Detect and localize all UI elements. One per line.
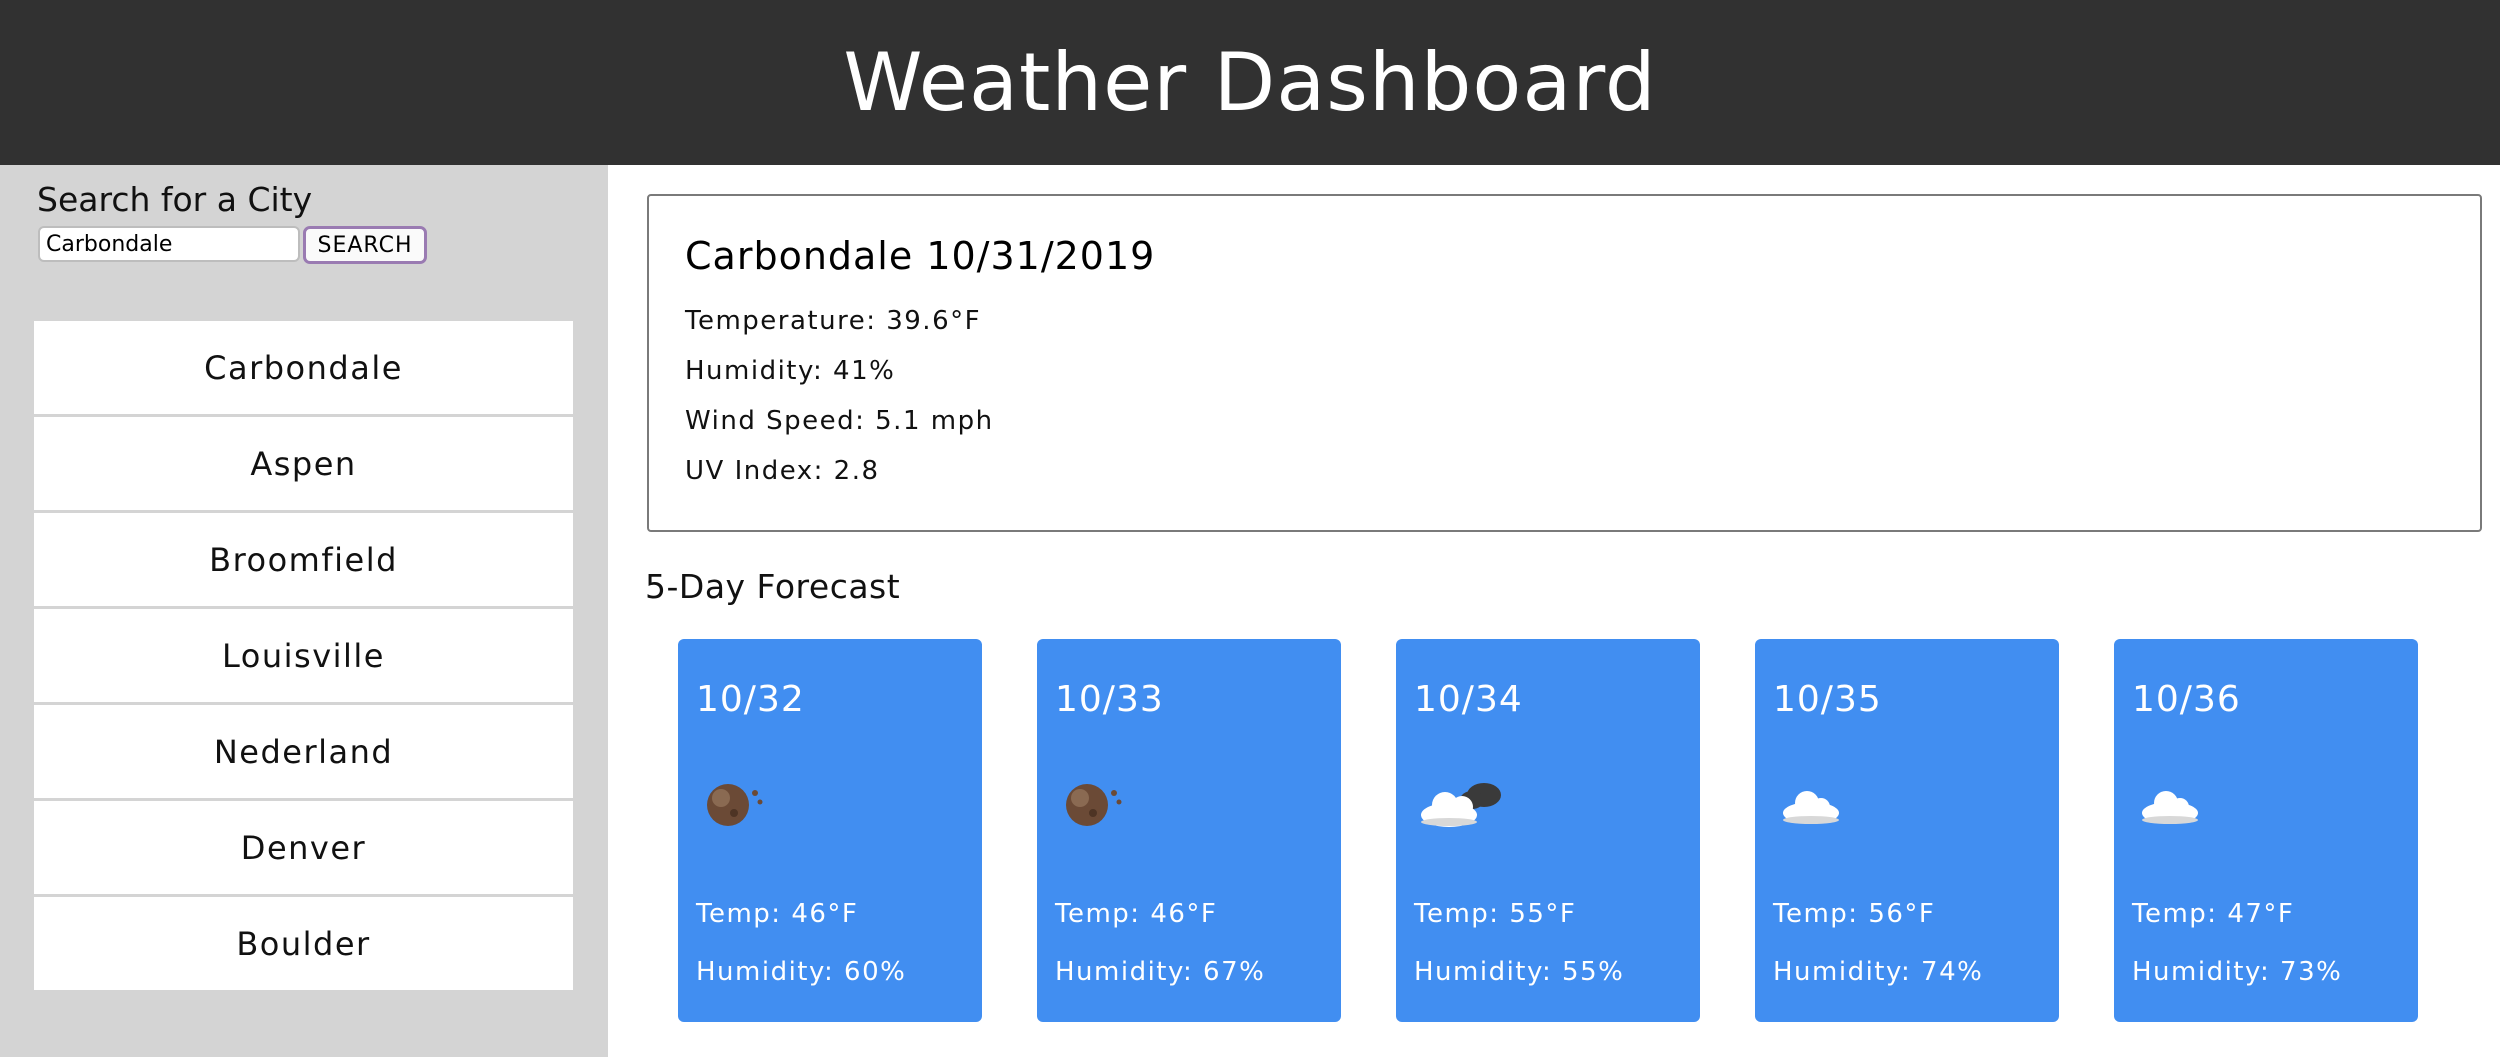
forecast-humidity: Humidity: 60% bbox=[696, 957, 907, 987]
cloud-icon bbox=[2142, 791, 2198, 824]
city-history-list: Carbondale Aspen Broomfield Louisville N… bbox=[34, 321, 573, 993]
city-item-boulder[interactable]: Boulder bbox=[34, 897, 573, 990]
current-humidity: Humidity: 41% bbox=[685, 356, 896, 386]
forecast-date: 10/34 bbox=[1414, 679, 1523, 720]
cloud-icon bbox=[1783, 791, 1839, 824]
forecast-title: 5-Day Forecast bbox=[645, 567, 901, 606]
city-item-denver[interactable]: Denver bbox=[34, 801, 573, 894]
forecast-temp: Temp: 55°F bbox=[1414, 899, 1577, 929]
moon-icon bbox=[707, 784, 763, 826]
forecast-card: 10/33 Temp: 46°F Humidity: 67% bbox=[1037, 639, 1341, 1022]
forecast-humidity: Humidity: 73% bbox=[2132, 957, 2343, 987]
current-weather-panel: Carbondale 10/31/2019 Temperature: 39.6°… bbox=[647, 194, 2482, 532]
forecast-humidity: Humidity: 67% bbox=[1055, 957, 1266, 987]
forecast-card: 10/35 Temp: 56°F Humidity: 74% bbox=[1755, 639, 2059, 1022]
forecast-card: 10/36 Temp: 47°F Humidity: 73% bbox=[2114, 639, 2418, 1022]
forecast-date: 10/36 bbox=[2132, 679, 2241, 720]
forecast-temp: Temp: 46°F bbox=[1055, 899, 1218, 929]
cloudy-night-icon bbox=[1421, 783, 1501, 827]
search-title: Search for a City bbox=[37, 180, 313, 219]
current-uv-index: UV Index: 2.8 bbox=[685, 456, 880, 486]
forecast-card: 10/32 Temp: 46°F Humidity: 60% bbox=[678, 639, 982, 1022]
city-item-nederland[interactable]: Nederland bbox=[34, 705, 573, 798]
page-title: Weather Dashboard bbox=[843, 36, 1657, 129]
moon-icon bbox=[1066, 784, 1122, 826]
forecast-temp: Temp: 47°F bbox=[2132, 899, 2295, 929]
city-item-broomfield[interactable]: Broomfield bbox=[34, 513, 573, 606]
city-item-louisville[interactable]: Louisville bbox=[34, 609, 573, 702]
forecast-temp: Temp: 46°F bbox=[696, 899, 859, 929]
search-input[interactable] bbox=[38, 226, 300, 262]
city-item-aspen[interactable]: Aspen bbox=[34, 417, 573, 510]
forecast-card: 10/34 Temp: 55°F Humidity: 55% bbox=[1396, 639, 1700, 1022]
forecast-humidity: Humidity: 55% bbox=[1414, 957, 1625, 987]
forecast-date: 10/32 bbox=[696, 679, 805, 720]
city-item-carbondale[interactable]: Carbondale bbox=[34, 321, 573, 414]
current-city-title: Carbondale 10/31/2019 bbox=[685, 234, 1156, 278]
forecast-temp: Temp: 56°F bbox=[1773, 899, 1936, 929]
forecast-date: 10/33 bbox=[1055, 679, 1164, 720]
current-temperature: Temperature: 39.6°F bbox=[685, 306, 982, 336]
forecast-humidity: Humidity: 74% bbox=[1773, 957, 1984, 987]
current-wind-speed: Wind Speed: 5.1 mph bbox=[685, 406, 994, 436]
page-header: Weather Dashboard bbox=[0, 0, 2500, 165]
search-button[interactable]: SEARCH bbox=[303, 226, 427, 264]
forecast-date: 10/35 bbox=[1773, 679, 1882, 720]
